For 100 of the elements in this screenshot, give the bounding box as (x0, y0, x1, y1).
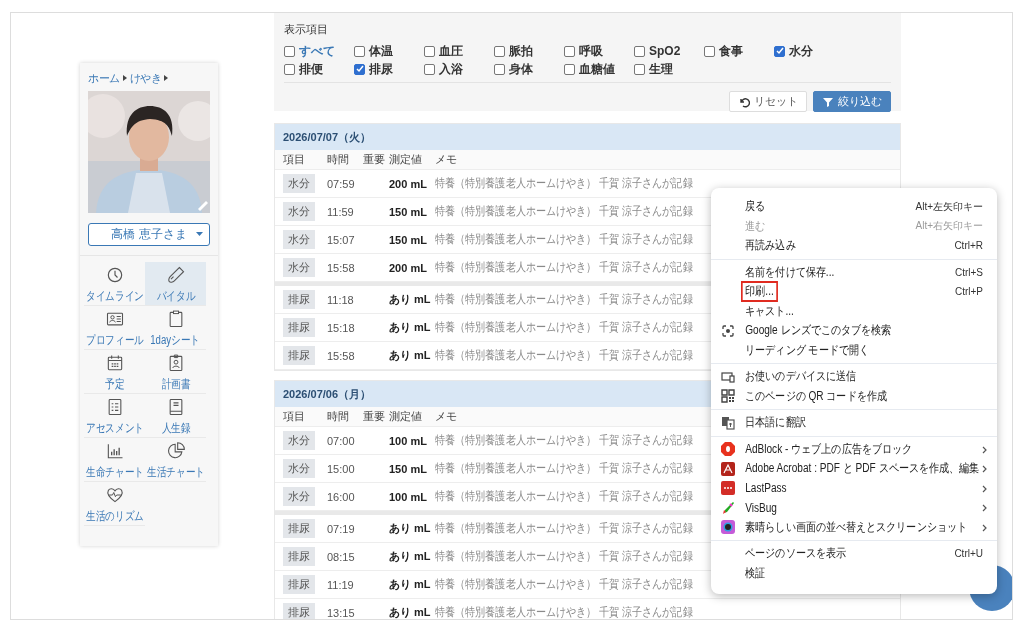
item-tag: 排尿 (283, 547, 315, 566)
value-cell: 150 mL (389, 205, 427, 218)
time-cell: 15:18 (327, 321, 355, 334)
time-cell: 08:15 (327, 550, 355, 563)
shortcut-label: Ctrl+U (954, 548, 984, 560)
menu-item[interactable]: 素晴らしい画面の並べ替えとスクリーンショット (711, 517, 997, 537)
value-cell: あり mL (389, 521, 431, 536)
pencil-icon (721, 500, 735, 515)
menu-item[interactable]: LastPass (711, 478, 997, 498)
menu-item[interactable]: リーディング モードで開く (711, 340, 997, 360)
time-cell: 13:15 (327, 606, 355, 619)
breadcrumb-link[interactable]: ホーム (88, 70, 120, 86)
checkbox[interactable] (774, 45, 785, 57)
checkbox-label: 水分 (789, 42, 813, 60)
item-tag: 水分 (283, 431, 315, 450)
nav-item[interactable]: 計画書 (145, 350, 206, 394)
date-heading: 2026/07/06（月） (283, 386, 372, 402)
menu-item[interactable]: キャスト... (711, 301, 997, 321)
checkbox[interactable] (704, 45, 715, 57)
nav-label: アセスメント (85, 420, 144, 437)
item-tag: 水分 (283, 258, 315, 277)
menu-item[interactable]: このページの QR コードを作成 (711, 386, 997, 406)
nav-item[interactable]: 生命チャート (84, 438, 145, 482)
time-cell: 11:59 (327, 205, 354, 218)
menu-item-label: Google レンズでこのタブを検索 (744, 322, 893, 340)
checkbox-label: 呼吸 (579, 42, 603, 60)
menu-item[interactable]: Adobe Acrobat : PDF と PDF スペースを作成、編集 (711, 459, 997, 479)
memo-cell: 特養（特別養護老人ホームけやき） 千賀 涼子さんが記録 (435, 460, 693, 477)
item-tag: 排尿 (283, 346, 315, 365)
menu-item-label: LastPass (744, 480, 788, 498)
memo-cell: 特養（特別養護老人ホームけやき） 千賀 涼子さんが記録 (435, 548, 693, 565)
menu-item[interactable]: AdBlock - ウェブ上の広告をブロック (711, 439, 997, 459)
filter-icon (822, 95, 834, 108)
menu-item[interactable]: Google レンズでこのタブを検索 (711, 321, 997, 341)
nav-item[interactable]: 生活のリズム (84, 482, 145, 526)
nav-icon (104, 485, 125, 505)
menu-item[interactable]: 再読み込み Ctrl+R (711, 236, 997, 256)
menu-item-label: 戻る (744, 198, 767, 216)
qr-code-icon (721, 389, 735, 404)
memo-cell: 特養（特別養護老人ホームけやき） 千賀 涼子さんが記録 (435, 175, 693, 192)
menu-item-label: このページの QR コードを作成 (744, 387, 888, 405)
time-cell: 11:19 (327, 578, 354, 591)
menu-item[interactable]: お使いのデバイスに送信 (711, 367, 997, 387)
reset-button[interactable]: リセット (729, 91, 807, 112)
checkbox-label: すべて (299, 42, 335, 60)
checkbox[interactable] (424, 63, 435, 75)
checkbox-label: 脈拍 (509, 42, 533, 60)
nav-item[interactable]: アセスメント (84, 394, 145, 438)
checkbox-label: 入浴 (439, 60, 463, 78)
column-header: 測定値 (389, 409, 422, 424)
menu-item[interactable]: VisBug (711, 498, 997, 518)
checkbox[interactable] (354, 63, 365, 75)
menu-item-label: リーディング モードで開く (744, 341, 870, 359)
value-cell: あり mL (389, 348, 431, 363)
nav-label: 生活チャート (146, 464, 205, 481)
checkbox[interactable] (634, 45, 645, 57)
resident-dropdown[interactable]: 高橋 恵子さま (88, 223, 210, 246)
menu-item-label: 日本語に翻訳 (744, 414, 807, 432)
menu-item-label: お使いのデバイスに送信 (744, 368, 858, 386)
time-cell: 15:00 (327, 462, 355, 475)
memo-cell: 特養（特別養護老人ホームけやき） 千賀 涼子さんが記録 (435, 432, 693, 449)
date-heading: 2026/07/07（火） (283, 129, 372, 145)
filter-button[interactable]: 絞り込む (813, 91, 891, 112)
menu-item[interactable]: 戻る Alt+左矢印キー (711, 197, 997, 217)
menu-item[interactable]: 名前を付けて保存... Ctrl+S (711, 262, 997, 282)
nav-item[interactable]: 人生録 (145, 394, 206, 438)
value-cell: あり mL (389, 549, 431, 564)
memo-cell: 特養（特別養護老人ホームけやき） 千賀 涼子さんが記録 (435, 488, 693, 505)
nav-item[interactable]: 1dayシート (145, 306, 206, 350)
checkbox[interactable] (354, 45, 365, 57)
column-header: 測定値 (389, 152, 422, 167)
breadcrumb-link[interactable]: けやき (129, 70, 161, 86)
nav-item[interactable]: 予定 (84, 350, 145, 394)
menu-item[interactable]: ページのソースを表示 Ctrl+U (711, 544, 997, 564)
nav-item[interactable]: 生活チャート (145, 438, 206, 482)
menu-item[interactable]: 日本語に翻訳 (711, 413, 997, 433)
menu-item[interactable]: 印刷... Ctrl+P (711, 282, 997, 302)
nav-label: 計画書 (161, 376, 190, 393)
checkbox[interactable] (564, 63, 575, 75)
column-header: 項目 (283, 409, 305, 424)
checkbox[interactable] (424, 45, 435, 57)
nav-icon (165, 441, 186, 461)
lens-icon (721, 323, 735, 338)
camera-app-icon (721, 520, 735, 535)
nav-label: 人生録 (161, 420, 190, 437)
checkbox[interactable] (494, 45, 505, 57)
shortcut-label: Ctrl+R (954, 240, 984, 252)
nav-item[interactable]: バイタル (145, 262, 206, 306)
checkbox[interactable] (284, 63, 295, 75)
checkbox[interactable] (564, 45, 575, 57)
checkbox[interactable] (284, 45, 295, 57)
checkbox-label: 生理 (649, 60, 673, 78)
nav-label: 1dayシート (150, 332, 201, 349)
nav-item[interactable]: プロフィール (84, 306, 145, 350)
menu-item-label: キャスト... (744, 302, 795, 320)
menu-item[interactable]: 検証 (711, 563, 997, 583)
checkbox[interactable] (634, 63, 645, 75)
memo-cell: 特養（特別養護老人ホームけやき） 千賀 涼子さんが記録 (435, 259, 693, 276)
checkbox[interactable] (494, 63, 505, 75)
column-header: 時間 (327, 152, 349, 167)
